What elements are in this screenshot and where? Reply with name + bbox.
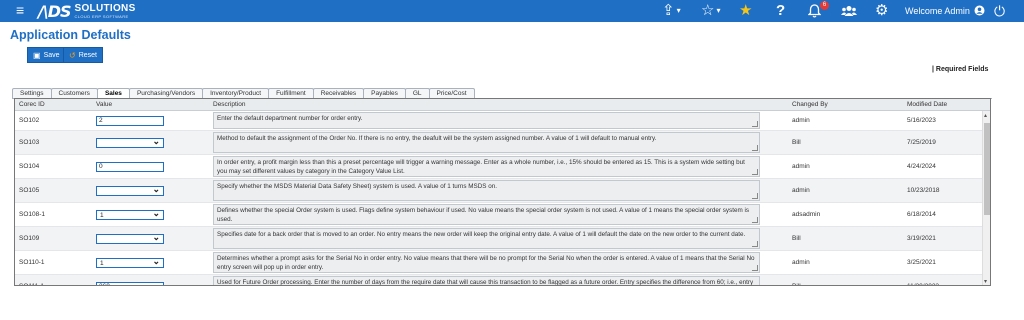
scroll-down-arrow-icon[interactable]: ▾ bbox=[984, 278, 987, 285]
value-select[interactable]: 1 bbox=[96, 208, 164, 220]
description-textarea[interactable]: Specifies date for a back order that is … bbox=[213, 228, 760, 249]
star-outline-icon[interactable]: ☆ bbox=[701, 2, 720, 20]
scrollbar-thumb[interactable] bbox=[984, 123, 990, 215]
value-select[interactable] bbox=[96, 232, 164, 244]
modified-date-cell: 5/16/2023 bbox=[907, 117, 936, 124]
value-input[interactable]: 360 bbox=[96, 282, 164, 285]
modified-date-cell: 4/24/2024 bbox=[907, 163, 936, 170]
defaults-grid: Corec ID Value Description Changed By Mo… bbox=[14, 98, 991, 286]
share-icon[interactable]: ⇪ bbox=[662, 2, 681, 20]
table-row[interactable]: SO103 Method to default the assignment of… bbox=[15, 131, 982, 155]
reset-button[interactable]: ↺ Reset bbox=[63, 47, 103, 63]
welcome-text: Welcome Admin bbox=[905, 6, 970, 16]
table-row[interactable]: SO109 Specifies date for a back order tha… bbox=[15, 227, 982, 251]
modified-date-cell: 3/25/2021 bbox=[907, 259, 936, 266]
top-navigation-bar: ≡ /\DS SOLUTIONS CLOUD ERP SOFTWARE ⇪ ☆ … bbox=[0, 0, 1024, 22]
corec-id-cell: SO105 bbox=[19, 187, 40, 194]
table-row[interactable]: SO102 2 Enter the default department numbe… bbox=[15, 111, 982, 131]
user-account-icon bbox=[974, 5, 985, 16]
hamburger-menu-icon[interactable]: ≡ bbox=[16, 2, 24, 18]
grid-scrollbar[interactable]: ▴ ▾ bbox=[982, 111, 990, 285]
value-select[interactable]: 1 bbox=[96, 256, 164, 268]
corec-id-cell: SO109 bbox=[19, 235, 40, 242]
corec-id-cell: SO108-1 bbox=[19, 211, 46, 218]
value-input[interactable]: 0 bbox=[96, 162, 164, 172]
select-value: 1 bbox=[100, 212, 104, 219]
table-row[interactable]: SO111-1 360 Used for Future Order processi… bbox=[15, 275, 982, 285]
welcome-user[interactable]: Welcome Admin bbox=[905, 5, 985, 16]
power-logout-icon[interactable]: ⏻ bbox=[994, 2, 1005, 20]
table-row[interactable]: SO104 0 In order entry, a profit margin le… bbox=[15, 155, 982, 179]
modified-date-cell: 3/19/2021 bbox=[907, 235, 936, 242]
value-select[interactable] bbox=[96, 184, 164, 196]
description-textarea[interactable]: Defines whether the special Order system… bbox=[213, 204, 760, 225]
save-label: Save bbox=[43, 51, 60, 59]
reset-undo-icon: ↺ bbox=[69, 50, 76, 60]
corec-id-cell: SO102 bbox=[19, 117, 40, 124]
col-header-description[interactable]: Description bbox=[213, 101, 246, 108]
modified-date-cell: 6/18/2014 bbox=[907, 211, 936, 218]
logo-name: SOLUTIONS bbox=[74, 3, 136, 14]
value-input[interactable]: 2 bbox=[96, 116, 164, 126]
changed-by-cell: admin bbox=[792, 187, 810, 194]
changed-by-cell: Bill bbox=[792, 139, 801, 146]
description-textarea[interactable]: In order entry, a profit margin less tha… bbox=[213, 156, 760, 177]
description-textarea[interactable]: Method to default the assignment of the … bbox=[213, 132, 760, 153]
reset-label: Reset bbox=[78, 51, 97, 59]
col-header-modified-date[interactable]: Modified Date bbox=[907, 101, 947, 108]
changed-by-cell: Bill bbox=[792, 235, 801, 242]
notification-badge: 6 bbox=[820, 1, 829, 10]
grid-header: Corec ID Value Description Changed By Mo… bbox=[15, 99, 990, 111]
table-row[interactable]: SO108-1 1 Defines whether the special Orde… bbox=[15, 203, 982, 227]
modified-date-cell: 11/20/2023 bbox=[907, 283, 939, 285]
save-button[interactable]: ▣ Save bbox=[27, 47, 66, 63]
settings-gear-icon[interactable]: ⚙ bbox=[875, 2, 888, 20]
corec-id-cell: SO104 bbox=[19, 163, 40, 170]
description-textarea[interactable]: Enter the default department number for … bbox=[213, 112, 760, 129]
help-icon[interactable]: ? bbox=[776, 2, 785, 20]
save-disk-icon: ▣ bbox=[33, 50, 41, 60]
description-textarea[interactable]: Specify whether the MSDS Material Data S… bbox=[213, 180, 760, 201]
description-textarea[interactable]: Used for Future Order processing. Enter … bbox=[213, 276, 760, 285]
logo-tagline: CLOUD ERP SOFTWARE bbox=[74, 14, 129, 19]
description-textarea[interactable]: Determines whether a prompt asks for the… bbox=[213, 252, 760, 273]
corec-id-cell: SO111-1 bbox=[19, 283, 44, 285]
modified-date-cell: 10/23/2018 bbox=[907, 187, 940, 194]
changed-by-cell: admin bbox=[792, 163, 810, 170]
corec-id-cell: SO110-1 bbox=[19, 259, 45, 266]
logo-mark: /\DS bbox=[38, 2, 71, 21]
value-select[interactable] bbox=[96, 136, 164, 148]
table-row[interactable]: SO110-1 1 Determines whether a prompt asks… bbox=[15, 251, 982, 275]
modified-date-cell: 7/25/2019 bbox=[907, 139, 936, 146]
changed-by-cell: Bill bbox=[792, 283, 801, 285]
users-group-icon[interactable] bbox=[840, 2, 858, 20]
changed-by-cell: adsadmin bbox=[792, 211, 821, 218]
col-header-value[interactable]: Value bbox=[96, 101, 112, 108]
select-value: 1 bbox=[100, 260, 104, 267]
changed-by-cell: admin bbox=[792, 117, 810, 124]
corec-id-cell: SO103 bbox=[19, 139, 40, 146]
col-header-corec-id[interactable]: Corec ID bbox=[19, 101, 45, 108]
page-title: Application Defaults bbox=[10, 28, 131, 42]
favorite-star-icon[interactable]: ★ bbox=[739, 2, 752, 20]
changed-by-cell: admin bbox=[792, 259, 810, 266]
notification-bell-icon[interactable]: 6 bbox=[805, 1, 829, 20]
col-header-changed-by[interactable]: Changed By bbox=[792, 101, 828, 108]
table-row[interactable]: SO105 Specify whether the MSDS Material D… bbox=[15, 179, 982, 203]
required-fields-note: | Required Fields bbox=[932, 66, 989, 73]
company-logo[interactable]: /\DS SOLUTIONS CLOUD ERP SOFTWARE bbox=[38, 2, 136, 21]
scroll-up-arrow-icon[interactable]: ▴ bbox=[984, 112, 987, 119]
